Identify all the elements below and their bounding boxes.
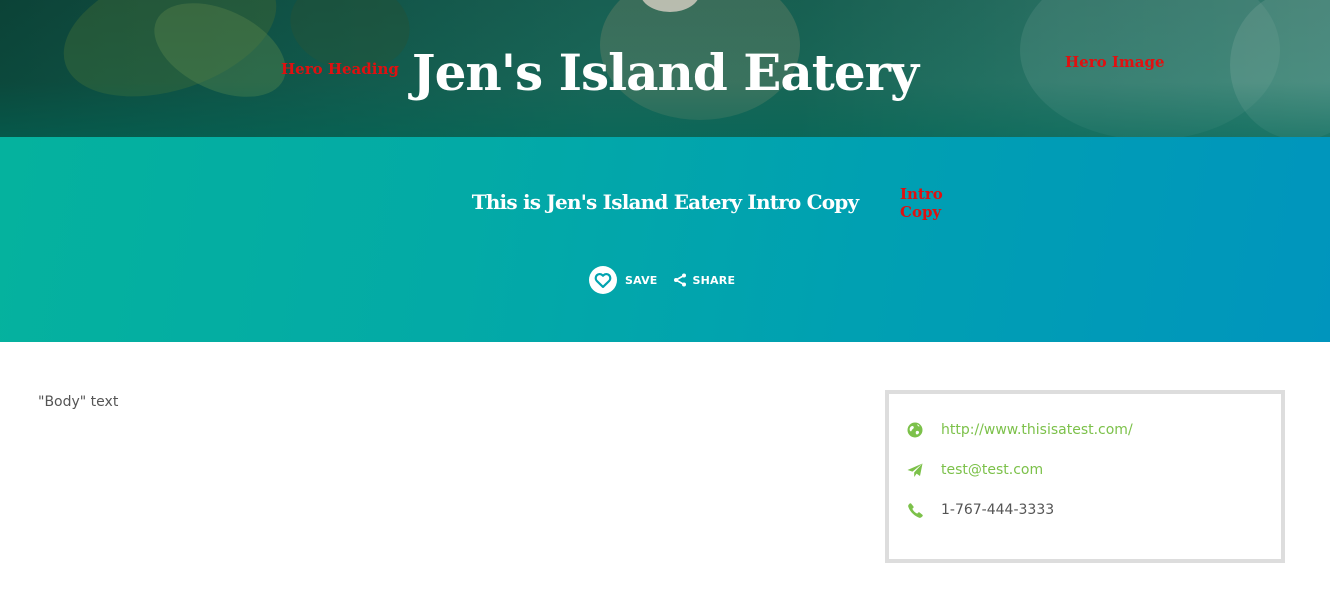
hero-image-annotation: Hero Image [1065, 53, 1165, 71]
phone-icon [904, 500, 926, 520]
phone-number[interactable]: 1-767-444-3333 [941, 502, 1054, 518]
globe-icon [904, 420, 926, 440]
body-text: "Body" text [38, 394, 119, 410]
contact-email-row: test@test.com [904, 460, 1043, 480]
intro-copy-annotation: Intro Copy [900, 185, 943, 221]
heart-icon [594, 272, 612, 288]
intro-section [0, 137, 1330, 342]
share-label[interactable]: SHARE [693, 274, 736, 287]
intro-copy: This is Jen's Island Eatery Intro Copy [471, 190, 859, 214]
save-button[interactable] [589, 266, 617, 294]
contact-website-row: http://www.thisisatest.com/ [904, 420, 1133, 440]
email-link[interactable]: test@test.com [941, 462, 1043, 478]
save-label[interactable]: SAVE [625, 274, 658, 287]
share-icon [673, 273, 687, 287]
hero-heading-annotation: Hero Heading [281, 60, 399, 78]
contact-card: http://www.thisisatest.com/ test@test.co… [885, 390, 1285, 563]
share-button[interactable]: SHARE [673, 273, 736, 287]
paper-plane-icon [904, 460, 926, 480]
contact-phone-row: 1-767-444-3333 [904, 500, 1054, 520]
hero-heading: Jen's Island Eatery [411, 43, 919, 102]
website-link[interactable]: http://www.thisisatest.com/ [941, 422, 1133, 438]
action-bar: SAVE SHARE [589, 266, 735, 294]
